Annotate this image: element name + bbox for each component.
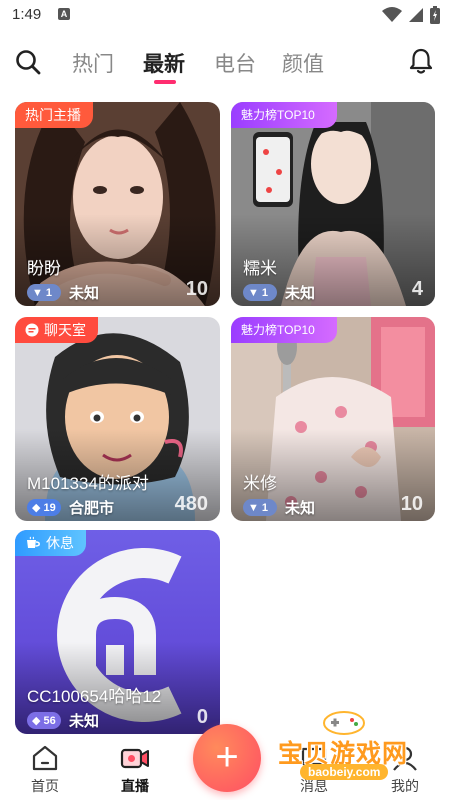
nav-live-label: 直播 [121, 778, 149, 794]
card-meta: ◆ 56 未知 [27, 710, 99, 731]
stream-card[interactable]: 热门主播 盼盼 ▼ 1 未知 10 [15, 102, 220, 306]
level-badge: ▼ 1 [27, 284, 61, 301]
chat-bubble-icon [25, 323, 39, 337]
tab-latest[interactable]: 最新 [143, 48, 185, 78]
card-meta: ◆ 19 合肥市 [27, 497, 114, 518]
stream-card[interactable]: 魅力榜TOP10 米修 ▼ 1 未知 10 [231, 317, 435, 521]
stream-card[interactable]: 魅力榜TOP10 糯米 ▼ 1 未知 4 [231, 102, 435, 306]
nav-live[interactable]: 直播 [105, 744, 165, 796]
home-icon [32, 745, 58, 771]
level-badge: ◆ 56 [27, 712, 61, 729]
search-icon[interactable] [14, 48, 42, 76]
viewer-count: 10 [185, 278, 208, 300]
room-name: M101334的派对 [27, 474, 149, 493]
go-live-button[interactable]: + [193, 724, 261, 792]
level-badge: ▼ 1 [243, 499, 277, 516]
notification-icon: A [58, 8, 70, 20]
level-down-icon: ▼ [32, 286, 43, 299]
level-down-icon: ▼ [248, 286, 259, 299]
location-label: 未知 [285, 285, 316, 302]
tab-looks[interactable]: 颜值 [282, 48, 324, 78]
location-label: 未知 [69, 285, 100, 302]
nav-home-label: 首页 [31, 778, 59, 794]
level-badge: ◆ 19 [27, 499, 61, 516]
tab-radio[interactable]: 电台 [214, 48, 256, 78]
hot-streamer-tag: 热门主播 [15, 102, 93, 128]
card-meta: ▼ 1 未知 [27, 282, 99, 303]
status-time: 1:49 [12, 6, 42, 23]
wifi-icon [382, 7, 402, 22]
status-bar: 1:49 A [0, 0, 450, 30]
level-down-icon: ▼ [248, 501, 259, 514]
watermark: 宝贝游戏网 baobeiy.com [278, 708, 428, 788]
diamond-icon: ◆ [32, 502, 41, 514]
streamer-name: 糯米 [243, 259, 277, 278]
status-icons [382, 6, 440, 24]
gamepad-icon [323, 711, 365, 735]
tab-hot[interactable]: 热门 [72, 48, 114, 78]
active-tab-indicator [154, 80, 176, 84]
card-meta: ▼ 1 未知 [243, 282, 315, 303]
streamer-name: 米修 [243, 474, 277, 493]
room-name: CC100654哈哈12 [27, 687, 162, 706]
resting-tag: 休息 [15, 530, 86, 556]
location-label: 未知 [285, 500, 316, 517]
location-label: 合肥市 [69, 500, 115, 517]
watermark-url: baobeiy.com [300, 764, 389, 780]
coffee-cup-icon [27, 536, 40, 548]
viewer-count: 4 [411, 278, 423, 300]
charm-rank-tag: 魅力榜TOP10 [231, 102, 337, 128]
viewer-count: 10 [400, 493, 423, 515]
stream-card[interactable]: 休息 CC100654哈哈12 ◆ 56 未知 0 [15, 530, 220, 734]
location-label: 未知 [69, 713, 100, 730]
charm-rank-tag: 魅力榜TOP10 [231, 317, 337, 343]
plus-icon: + [215, 735, 239, 779]
diamond-icon: ◆ [32, 715, 41, 727]
bell-icon[interactable] [406, 46, 436, 76]
live-camera-icon [120, 748, 149, 769]
card-meta: ▼ 1 未知 [243, 497, 315, 518]
battery-icon [430, 6, 440, 24]
nav-home[interactable]: 首页 [15, 744, 75, 796]
streamer-name: 盼盼 [27, 259, 61, 278]
top-nav: 热门 最新 电台 颜值 [0, 38, 450, 88]
cellular-icon [409, 8, 423, 22]
chatroom-tag: 聊天室 [15, 317, 98, 343]
viewer-count: 480 [174, 493, 208, 515]
level-badge: ▼ 1 [243, 284, 277, 301]
stream-card[interactable]: 聊天室 M101334的派对 ◆ 19 合肥市 480 [15, 317, 220, 521]
